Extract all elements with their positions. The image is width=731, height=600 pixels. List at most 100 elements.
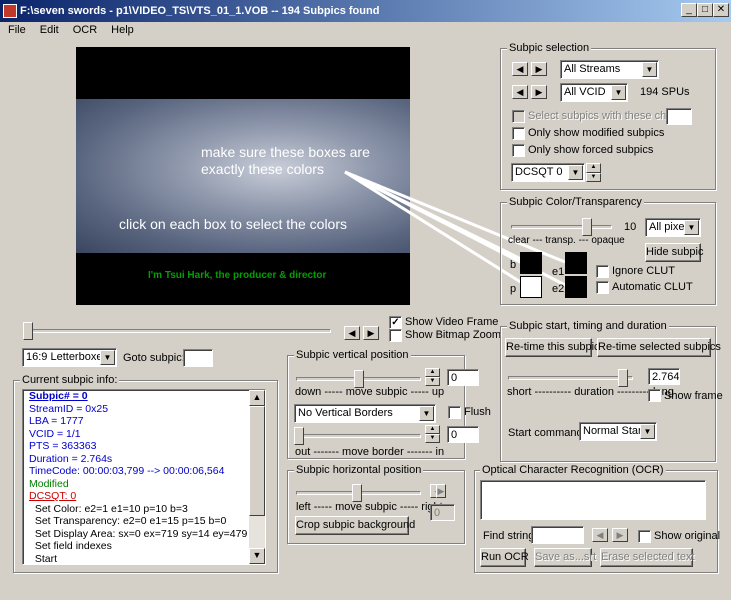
scroll-up-icon[interactable]: ▲ <box>249 390 265 406</box>
duration-slider[interactable] <box>618 369 628 387</box>
border-move-track <box>296 434 421 438</box>
pixels-select[interactable]: All pixels ▼ <box>645 218 701 237</box>
erase-selected-button[interactable]: Erase selected text <box>600 548 695 567</box>
scroll-thumb[interactable] <box>249 406 265 516</box>
dcsqt-select[interactable]: DCSQT 0 ▼ <box>511 163 585 182</box>
transparency-slider[interactable] <box>581 218 592 236</box>
info-scrollbar[interactable]: ▲ ▼ <box>249 390 265 564</box>
vcid-prev-button[interactable]: ◀ <box>512 85 528 99</box>
retime-this-button[interactable]: Re-time this subpic <box>505 338 600 357</box>
show-video-frame-checkbox[interactable]: ✓ <box>389 316 402 329</box>
border-move-input[interactable]: 0 <box>447 426 479 443</box>
find-string-label: Find string: <box>483 530 538 542</box>
vertical-move-input[interactable]: 0 <box>447 369 479 386</box>
border-move-caption: out ------- move border ------- in <box>295 446 445 458</box>
border-move-spinner[interactable]: ▲ ▼ <box>425 425 440 443</box>
scroll-down-icon[interactable]: ▼ <box>249 548 265 564</box>
chevron-down-icon: ▼ <box>640 424 655 439</box>
horizontal-move-slider[interactable] <box>352 484 362 502</box>
info-lines: Subpic# = 0 StreamID = 0x25 LBA = 1777 VCID… <box>23 390 265 564</box>
vertical-move-spinner[interactable]: ▲ ▼ <box>425 368 440 386</box>
show-bitmap-zoom-checkbox[interactable] <box>389 329 402 342</box>
flush-checkbox[interactable] <box>448 406 461 419</box>
start-command-select[interactable]: Normal Start ▼ <box>579 422 657 441</box>
aspect-value: 16:9 Letterboxed <box>26 351 109 363</box>
run-ocr-button[interactable]: Run OCR <box>480 548 529 567</box>
spu-count: 194 SPUs <box>640 86 690 98</box>
chars-input[interactable] <box>666 108 692 125</box>
subpic-selection-legend: Subpic selection <box>507 42 592 54</box>
color-swatch-e1[interactable] <box>565 252 587 274</box>
chevron-down-icon: ▼ <box>100 350 115 365</box>
prev-subpic-button[interactable]: ◀ <box>344 326 360 340</box>
dcsqt-spinner[interactable]: ▲ ▼ <box>586 163 601 182</box>
chevron-down-icon: ▼ <box>642 62 657 77</box>
seek-slider[interactable] <box>23 322 33 340</box>
find-prev-button[interactable]: ◀ <box>592 528 608 542</box>
ocr-text-area[interactable] <box>480 480 706 520</box>
borders-select[interactable]: No Vertical Borders ▼ <box>294 404 436 423</box>
info-line: VCID = 1/1 <box>29 427 81 440</box>
horizontal-input[interactable]: 0 <box>430 504 455 521</box>
streams-select[interactable]: All Streams ▼ <box>560 60 659 79</box>
transparency-scale: clear --- transp. --- opaque <box>508 235 625 246</box>
start-command-label: Start command: <box>508 427 586 439</box>
info-line: Subpic# = 0 <box>29 390 88 402</box>
show-original-label: Show original <box>654 530 721 542</box>
spin-up-icon[interactable]: ▲ <box>425 425 440 434</box>
goto-subpic-input[interactable] <box>183 349 213 367</box>
subpic-info-text[interactable]: Subpic# = 0 StreamID = 0x25 LBA = 1777 VCID… <box>22 389 266 565</box>
vcid-select[interactable]: All VCID ▼ <box>560 83 628 102</box>
info-line: Set Display Area: sx=0 ex=719 sy=14 ey=4… <box>29 527 248 540</box>
color-swatch-p[interactable] <box>520 276 542 298</box>
find-next-button[interactable]: ▶ <box>612 528 628 542</box>
swatch-e2-label: e2 <box>552 283 565 295</box>
only-forced-checkbox[interactable] <box>512 144 525 157</box>
goto-subpic-label: Goto subpic: <box>123 352 185 364</box>
info-line: Duration = 2.764s <box>29 452 113 465</box>
show-bitmap-zoom-label: Show Bitmap Zoom <box>405 329 501 341</box>
streams-value: All Streams <box>564 63 621 75</box>
retime-selected-button[interactable]: Re-time selected subpics <box>597 338 721 357</box>
duration-input[interactable]: 2.764 <box>648 368 680 385</box>
select-with-chars-checkbox[interactable] <box>512 110 525 123</box>
find-string-input[interactable] <box>531 526 584 544</box>
vcid-next-button[interactable]: ▶ <box>531 85 547 99</box>
vertical-position-legend: Subpic vertical position <box>294 349 411 361</box>
flush-label: Flush <box>464 406 491 418</box>
spin-down-icon[interactable]: ▼ <box>425 434 440 443</box>
vcid-value: All VCID <box>564 86 606 98</box>
ignore-clut-checkbox[interactable] <box>596 265 609 278</box>
save-as-srt-button[interactable]: Save as...srt <box>534 548 596 567</box>
show-video-frame-label: Show Video Frame <box>405 316 499 328</box>
crop-background-button[interactable]: Crop subpic background <box>295 516 415 535</box>
start-command-value: Normal Start <box>583 425 645 437</box>
next-subpic-button[interactable]: ▶ <box>363 326 379 340</box>
show-frame-label: Show frame <box>664 390 723 402</box>
color-swatch-b[interactable] <box>520 252 542 274</box>
chevron-down-icon: ▼ <box>419 406 434 421</box>
subpic-info-legend: Current subpic info: <box>20 374 120 386</box>
horizontal-right-button[interactable]: ▶ <box>436 484 446 498</box>
stream-prev-button[interactable]: ◀ <box>512 62 528 76</box>
border-move-slider[interactable] <box>294 427 304 445</box>
spin-up-icon[interactable]: ▲ <box>425 368 440 377</box>
swatch-b-label: b <box>510 259 517 271</box>
spin-up-icon[interactable]: ▲ <box>586 163 601 173</box>
spin-down-icon[interactable]: ▼ <box>425 377 440 386</box>
automatic-clut-checkbox[interactable] <box>596 281 609 294</box>
automatic-clut-label: Automatic CLUT <box>612 281 693 293</box>
spin-down-icon[interactable]: ▼ <box>586 172 601 182</box>
hide-subpic-button[interactable]: Hide subpic <box>645 243 703 262</box>
info-line: StreamID = 0x25 <box>29 402 109 415</box>
only-modified-checkbox[interactable] <box>512 127 525 140</box>
show-frame-checkbox[interactable] <box>648 389 661 402</box>
show-original-checkbox[interactable] <box>638 530 651 543</box>
info-line: DCSQT: 0 <box>29 490 77 502</box>
aspect-select[interactable]: 16:9 Letterboxed ▼ <box>22 348 117 367</box>
color-swatch-e2[interactable] <box>565 276 587 298</box>
stream-next-button[interactable]: ▶ <box>531 62 547 76</box>
transparency-value: 10 <box>624 221 637 233</box>
horizontal-move-caption: left ----- move subpic ----- right <box>296 501 443 513</box>
ignore-clut-label: Ignore CLUT <box>612 265 675 277</box>
